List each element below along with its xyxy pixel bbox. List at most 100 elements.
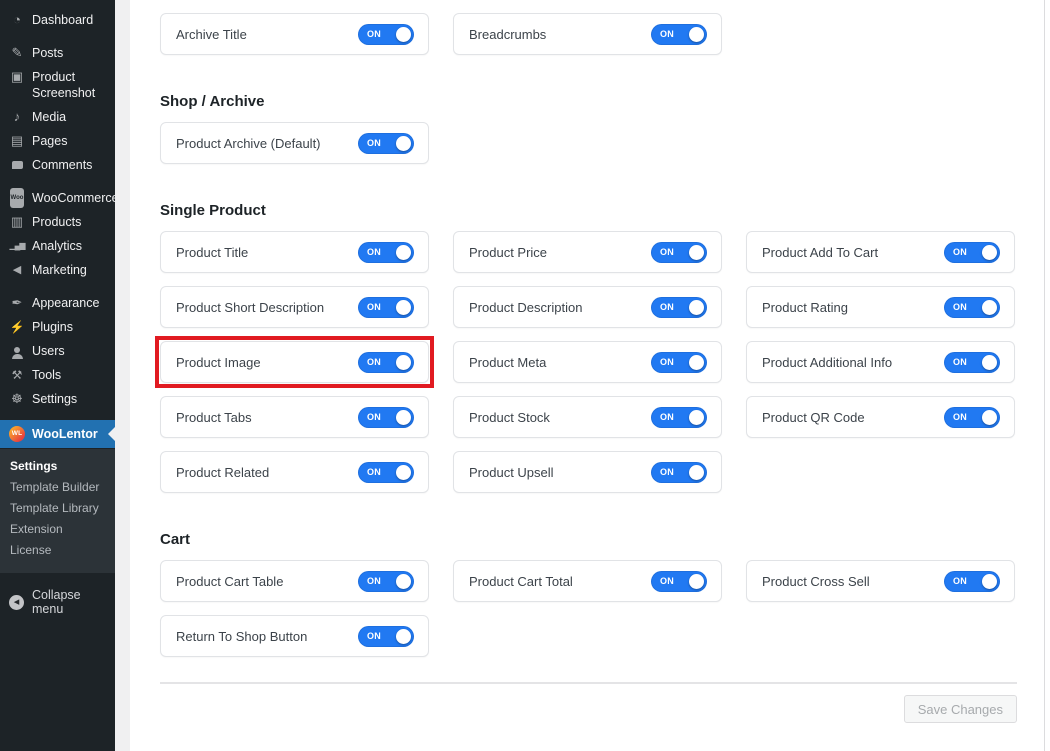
sidebar-item-label: Plugins [32, 319, 73, 335]
product-meta-toggle[interactable]: ON [651, 352, 707, 373]
toggle-card-label: Product Tabs [176, 410, 252, 425]
toggle-on-label: ON [660, 467, 674, 477]
toggle-card-product-title: Product Title ON [160, 231, 429, 273]
sidebar-item-label: WooLentor [32, 426, 98, 442]
toggle-knob [396, 245, 411, 260]
save-changes-button[interactable]: Save Changes [904, 695, 1017, 723]
submenu-item-template-library[interactable]: Template Library [0, 498, 115, 519]
archive-title-toggle[interactable]: ON [358, 24, 414, 45]
save-row: Save Changes [160, 695, 1017, 723]
sidebar-item-pages[interactable]: Pages [0, 129, 115, 153]
collapse-arrow-icon [9, 595, 24, 610]
appearance-icon [9, 295, 25, 311]
toggle-knob [689, 355, 704, 370]
toggle-on-label: ON [367, 357, 381, 367]
analytics-icon [9, 238, 25, 254]
toggle-on-label: ON [367, 631, 381, 641]
sidebar-content-gutter [115, 0, 130, 751]
toggle-card-product-cart-table: Product Cart Table ON [160, 560, 429, 602]
sidebar-item-users[interactable]: Users [0, 339, 115, 363]
sidebar-item-label: Users [32, 343, 65, 359]
product-related-toggle[interactable]: ON [358, 462, 414, 483]
toggle-knob [982, 410, 997, 425]
product-cross-sell-toggle[interactable]: ON [944, 571, 1000, 592]
woolentor-icon [9, 426, 25, 442]
product-rating-toggle[interactable]: ON [944, 297, 1000, 318]
product-price-toggle[interactable]: ON [651, 242, 707, 263]
sidebar-item-marketing[interactable]: Marketing [0, 258, 115, 282]
toggle-knob [982, 574, 997, 589]
toggle-card-product-stock: Product Stock ON [453, 396, 722, 438]
toggle-card-product-archive-default: Product Archive (Default) ON [160, 122, 429, 164]
sidebar-item-products[interactable]: Products [0, 210, 115, 234]
toggle-card-product-cart-total: Product Cart Total ON [453, 560, 722, 602]
section-heading-shop-archive: Shop / Archive [160, 93, 1017, 110]
submenu-item-license[interactable]: License [0, 540, 115, 561]
toggle-on-label: ON [367, 467, 381, 477]
submenu-item-extension[interactable]: Extension [0, 519, 115, 540]
sidebar-item-label: Dashboard [32, 12, 93, 28]
toggle-card-product-qr-code: Product QR Code ON [746, 396, 1015, 438]
section-heading-single-product: Single Product [160, 202, 1017, 219]
toggle-on-label: ON [660, 412, 674, 422]
sidebar-item-label: Settings [32, 391, 77, 407]
toggle-card-product-tabs: Product Tabs ON [160, 396, 429, 438]
toggle-knob [396, 300, 411, 315]
sidebar-item-dashboard[interactable]: Dashboard [0, 8, 115, 32]
product-description-toggle[interactable]: ON [651, 297, 707, 318]
return-to-shop-button-toggle[interactable]: ON [358, 626, 414, 647]
toggle-on-label: ON [953, 576, 967, 586]
settings-sections: Archive Title ON Breadcrumbs ON Shop / A… [160, 13, 1017, 657]
admin-sidebar: Dashboard Posts Product Screenshot Media… [0, 0, 115, 751]
sidebar-item-label: Analytics [32, 238, 82, 254]
dashboard-icon [9, 12, 25, 28]
toggle-on-label: ON [953, 302, 967, 312]
sidebar-item-media[interactable]: Media [0, 105, 115, 129]
toggle-card-label: Product Cross Sell [762, 574, 870, 589]
product-cart-table-toggle[interactable]: ON [358, 571, 414, 592]
toggle-card-label: Archive Title [176, 27, 247, 42]
toggle-on-label: ON [953, 357, 967, 367]
product-title-toggle[interactable]: ON [358, 242, 414, 263]
toggle-knob [982, 300, 997, 315]
sidebar-item-label: Tools [32, 367, 61, 383]
sidebar-item-product-screenshot[interactable]: Product Screenshot [0, 65, 115, 105]
product-add-to-cart-toggle[interactable]: ON [944, 242, 1000, 263]
toggle-card-label: Product QR Code [762, 410, 865, 425]
product-image-toggle[interactable]: ON [358, 352, 414, 373]
screenshot-icon [9, 69, 25, 85]
product-stock-toggle[interactable]: ON [651, 407, 707, 428]
sidebar-item-analytics[interactable]: Analytics [0, 234, 115, 258]
sidebar-item-comments[interactable]: Comments [0, 153, 115, 177]
product-short-description-toggle[interactable]: ON [358, 297, 414, 318]
toggle-knob [396, 465, 411, 480]
product-qr-code-toggle[interactable]: ON [944, 407, 1000, 428]
collapse-menu-button[interactable]: Collapse menu [0, 582, 115, 622]
sidebar-item-woolentor[interactable]: WooLentor [0, 420, 115, 448]
breadcrumbs-toggle[interactable]: ON [651, 24, 707, 45]
cards-grid: Product Title ON Product Price ON Produc… [160, 231, 1017, 493]
product-tabs-toggle[interactable]: ON [358, 407, 414, 428]
sidebar-item-plugins[interactable]: Plugins [0, 315, 115, 339]
sidebar-item-label: Comments [32, 157, 92, 173]
toggle-card-label: Product Stock [469, 410, 550, 425]
sidebar-item-label: Media [32, 109, 66, 125]
product-upsell-toggle[interactable]: ON [651, 462, 707, 483]
bottom-divider [160, 682, 1017, 684]
product-additional-info-toggle[interactable]: ON [944, 352, 1000, 373]
sidebar-item-posts[interactable]: Posts [0, 41, 115, 65]
submenu-item-template-builder[interactable]: Template Builder [0, 477, 115, 498]
sidebar-item-tools[interactable]: Tools [0, 363, 115, 387]
toggle-knob [982, 245, 997, 260]
sidebar-item-label: Pages [32, 133, 67, 149]
sidebar-item-woocommerce[interactable]: WooCommerce [0, 186, 115, 210]
submenu-item-settings[interactable]: Settings [0, 456, 115, 477]
toggle-card-label: Return To Shop Button [176, 629, 307, 644]
cards-grid: Product Cart Table ON Product Cart Total… [160, 560, 1017, 657]
sidebar-item-settings[interactable]: Settings [0, 387, 115, 411]
toggle-knob [396, 27, 411, 42]
product-archive-default-toggle[interactable]: ON [358, 133, 414, 154]
toggle-card-product-additional-info: Product Additional Info ON [746, 341, 1015, 383]
product-cart-total-toggle[interactable]: ON [651, 571, 707, 592]
sidebar-item-appearance[interactable]: Appearance [0, 291, 115, 315]
